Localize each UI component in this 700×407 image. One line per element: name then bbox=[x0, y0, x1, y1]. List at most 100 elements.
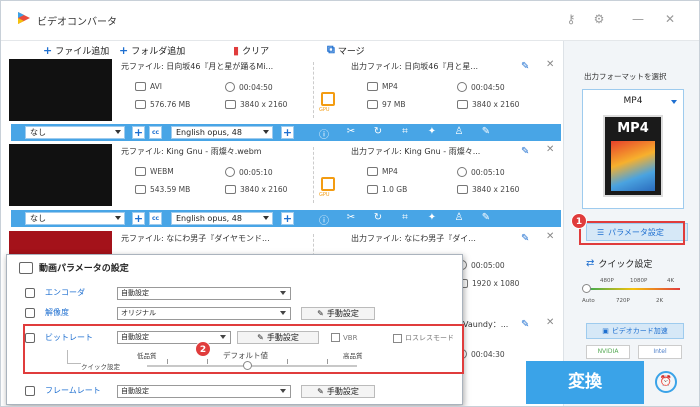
settings-icon[interactable]: ⚙ bbox=[592, 12, 606, 26]
remove-file-icon[interactable]: ✕ bbox=[546, 231, 554, 242]
output-duration: 00:05:10 bbox=[457, 167, 505, 177]
remove-file-icon[interactable]: ✕ bbox=[546, 144, 554, 155]
divider bbox=[313, 147, 314, 203]
format-name: MP4 bbox=[623, 96, 643, 106]
edit-name-icon[interactable]: ✎ bbox=[521, 146, 529, 157]
edit-name-icon[interactable]: ✎ bbox=[521, 61, 529, 72]
encoder-select[interactable]: 自動設定 bbox=[117, 287, 291, 300]
resolution-icon bbox=[457, 100, 468, 109]
cc-icon[interactable]: cc bbox=[149, 212, 162, 225]
chevron-down-icon bbox=[280, 389, 286, 393]
step-1-badge: 1 bbox=[571, 213, 587, 229]
size-icon bbox=[135, 185, 146, 194]
output-size: 97 MB bbox=[367, 100, 406, 109]
info-icon[interactable]: ⓘ bbox=[317, 212, 331, 227]
framerate-manual-button[interactable]: ✎ 手動設定 bbox=[301, 385, 375, 398]
main-toolbar: + ファイル追加 + フォルダ追加 ▮ クリア ⧉ マージ bbox=[1, 41, 561, 58]
crop-icon[interactable]: ⌗ bbox=[398, 212, 412, 227]
pencil-icon: ✎ bbox=[317, 387, 324, 396]
output-format: MP4 bbox=[367, 167, 398, 176]
file-row[interactable]: 元ファイル: 日向坂46『月と星が踊るMi... AVI 00:04:50 57… bbox=[1, 58, 561, 122]
add-subtitle-button[interactable]: + bbox=[132, 212, 145, 225]
folder-plus-icon: + bbox=[119, 43, 129, 57]
gpu-icon bbox=[321, 92, 335, 106]
app-logo-icon bbox=[18, 12, 30, 24]
watermark-icon[interactable]: ♙ bbox=[452, 212, 466, 227]
rotate-icon[interactable]: ↻ bbox=[371, 212, 385, 227]
clock-icon bbox=[457, 82, 467, 92]
edit-name-icon[interactable]: ✎ bbox=[521, 319, 529, 330]
add-folder-button[interactable]: + フォルダ追加 bbox=[119, 43, 185, 57]
remove-file-icon[interactable]: ✕ bbox=[546, 59, 554, 70]
expand-icon bbox=[25, 307, 35, 318]
info-icon[interactable]: ⓘ bbox=[317, 126, 331, 141]
app-window: ビデオコンバータ ⚷ ⚙ — ✕ + ファイル追加 + フォルダ追加 ▮ クリア ⧉ マ… bbox=[0, 0, 700, 407]
subtitle-edit-icon[interactable]: ✎ bbox=[479, 126, 493, 141]
resolution-select[interactable]: オリジナル bbox=[117, 307, 291, 320]
source-format: AVI bbox=[135, 82, 162, 91]
dialog-title: 動画パラメータの設定 bbox=[19, 261, 129, 274]
framerate-select[interactable]: 自動設定 bbox=[117, 385, 291, 398]
gpu-acceleration-button[interactable]: ▣ ビデオカード加速 bbox=[586, 323, 684, 339]
gear-icon bbox=[25, 287, 35, 298]
add-audio-button[interactable]: + bbox=[281, 126, 294, 139]
cc-icon[interactable]: cc bbox=[149, 126, 162, 139]
resolution-icon bbox=[225, 100, 236, 109]
source-duration: 00:04:50 bbox=[225, 82, 273, 92]
gpu-icon bbox=[321, 177, 335, 191]
output-resolution: 3840 x 2160 bbox=[457, 100, 519, 109]
output-duration: 00:05:00 bbox=[457, 260, 505, 270]
cut-icon[interactable]: ✂ bbox=[344, 212, 358, 227]
chevron-down-icon bbox=[280, 311, 286, 315]
encoder-label: エンコーダ bbox=[25, 287, 85, 298]
highlight-bitrate-section bbox=[23, 324, 464, 374]
effect-icon[interactable]: ✦ bbox=[425, 126, 439, 141]
trash-icon: ▮ bbox=[233, 43, 240, 57]
remove-file-icon[interactable]: ✕ bbox=[546, 317, 554, 328]
output-size: 1.0 GB bbox=[367, 185, 407, 194]
add-subtitle-button[interactable]: + bbox=[132, 126, 145, 139]
tick-label: 2K bbox=[656, 298, 664, 304]
cut-icon[interactable]: ✂ bbox=[344, 126, 358, 141]
add-audio-button[interactable]: + bbox=[281, 212, 294, 225]
edit-name-icon[interactable]: ✎ bbox=[521, 233, 529, 244]
output-format-selector[interactable]: MP4 MP4 bbox=[582, 89, 684, 209]
close-icon[interactable]: ✕ bbox=[663, 12, 677, 26]
quality-slider[interactable] bbox=[586, 288, 680, 290]
film-settings-icon bbox=[19, 261, 33, 274]
edit-bar: なし + cc English opus, 48 + ⓘ ✂ ↻ ⌗ ✦ ♙ ✎ bbox=[11, 124, 561, 141]
tick-label: 4K bbox=[667, 278, 675, 284]
source-file-name: 元ファイル: King Gnu - 雨燦々.webm bbox=[121, 147, 262, 156]
quality-slider-knob[interactable] bbox=[582, 284, 591, 293]
tick-label: 720P bbox=[616, 298, 630, 304]
resolution-manual-button[interactable]: ✎ 手動設定 bbox=[301, 307, 375, 320]
subtitle-select[interactable]: なし bbox=[25, 126, 125, 139]
step-2-badge: 2 bbox=[195, 341, 211, 357]
title-bar: ビデオコンバータ ⚷ ⚙ — ✕ bbox=[1, 1, 699, 41]
minimize-icon[interactable]: — bbox=[631, 12, 645, 26]
output-file-name: Vaundy：... bbox=[463, 320, 509, 329]
convert-button[interactable]: 変換 bbox=[526, 361, 644, 404]
rotate-icon[interactable]: ↻ bbox=[371, 126, 385, 141]
format-icon bbox=[367, 167, 378, 176]
effect-icon[interactable]: ✦ bbox=[425, 212, 439, 227]
key-icon[interactable]: ⚷ bbox=[564, 12, 578, 26]
subtitle-edit-icon[interactable]: ✎ bbox=[479, 212, 493, 227]
alarm-clock-icon[interactable]: ⏰ bbox=[655, 371, 677, 393]
audio-select[interactable]: English opus, 48 bbox=[171, 126, 273, 139]
source-size: 543.59 MB bbox=[135, 185, 190, 194]
file-row[interactable]: 元ファイル: King Gnu - 雨燦々.webm WEBM 00:05:10… bbox=[1, 143, 561, 207]
video-thumbnail[interactable] bbox=[9, 144, 112, 206]
crop-icon[interactable]: ⌗ bbox=[398, 126, 412, 141]
format-icon bbox=[367, 82, 378, 91]
tick-label: 480P bbox=[600, 278, 614, 284]
subtitle-select[interactable]: なし bbox=[25, 212, 125, 225]
size-icon bbox=[367, 100, 378, 109]
watermark-icon[interactable]: ♙ bbox=[452, 126, 466, 141]
audio-select[interactable]: English opus, 48 bbox=[171, 212, 273, 225]
clear-button[interactable]: ▮ クリア bbox=[233, 43, 269, 57]
add-file-button[interactable]: + ファイル追加 bbox=[43, 43, 109, 57]
pencil-icon: ✎ bbox=[317, 309, 324, 318]
merge-button[interactable]: ⧉ マージ bbox=[327, 43, 365, 57]
video-thumbnail[interactable] bbox=[9, 59, 112, 121]
